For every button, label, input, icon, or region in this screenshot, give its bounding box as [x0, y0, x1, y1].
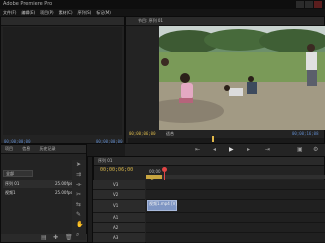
- selection-tool-icon[interactable]: ➤: [76, 162, 81, 168]
- program-timecode-left: 00;00;06;00: [129, 131, 156, 136]
- track-header-a3[interactable]: A3: [93, 233, 145, 243]
- tab-project[interactable]: 项目: [5, 146, 13, 151]
- go-to-out-icon[interactable]: ⇥: [265, 147, 270, 153]
- project-item-rate: 25.00fps: [55, 181, 73, 186]
- menu-marker[interactable]: 标记(M): [96, 9, 111, 16]
- menu-edit[interactable]: 编辑(E): [21, 9, 35, 16]
- program-tab[interactable]: 节目: 序列 01: [138, 18, 163, 23]
- maximize-button[interactable]: [305, 1, 313, 8]
- new-bin-icon[interactable]: ▤: [41, 235, 47, 241]
- tools-strip: ➤ ⇉ ⟛ ✂ ⇆ ✎ ✋ ⌕: [72, 160, 86, 240]
- timeline-header: 序列 01: [94, 157, 324, 166]
- track-lane-a3[interactable]: [146, 233, 325, 243]
- hand-tool-icon[interactable]: ✋: [76, 222, 83, 228]
- timeline-timecode: 00;00;06;00: [100, 167, 134, 173]
- track-lane-v3[interactable]: [146, 180, 325, 190]
- menu-file[interactable]: 文件(F): [3, 9, 16, 16]
- track-lane-a2[interactable]: [146, 223, 325, 233]
- project-filter-dropdown[interactable]: 全部: [3, 170, 33, 177]
- track-header-v2[interactable]: V2: [93, 190, 145, 200]
- project-item-name: 视频1: [5, 190, 16, 195]
- time-ruler[interactable]: [146, 175, 325, 179]
- track-label: V2: [113, 192, 119, 197]
- slip-tool-icon[interactable]: ⇆: [76, 202, 81, 208]
- track-label: A3: [113, 235, 119, 240]
- razor-tool-icon[interactable]: ✂: [76, 192, 81, 198]
- source-viewer: [3, 27, 122, 135]
- playhead-marker[interactable]: [212, 136, 214, 142]
- menu-clip[interactable]: 素材(C): [59, 9, 73, 16]
- project-item-name: 序列 01: [5, 181, 20, 186]
- track-label: A1: [113, 215, 119, 220]
- minimize-button[interactable]: [296, 1, 304, 8]
- zoom-tool-icon[interactable]: ⌕: [76, 232, 79, 238]
- program-monitor-header: 节目: 序列 01: [126, 17, 324, 26]
- track-header-v1[interactable]: V1: [93, 200, 145, 213]
- ruler-start-label: 00;00: [149, 169, 161, 174]
- source-timecode-right: 00;00;00;00: [96, 139, 123, 144]
- new-item-icon[interactable]: ✚: [53, 235, 58, 241]
- clip-label: 视频1.mp4 [V]: [149, 201, 177, 206]
- fit-dropdown[interactable]: 适合: [166, 131, 174, 137]
- program-monitor-panel: 节目: 序列 01 00;00;06;00 适合 00;00;16;08 ◀: [125, 16, 325, 156]
- app-title: Adobe Premiere Pro: [3, 1, 53, 7]
- source-monitor-header: [1, 17, 124, 26]
- menu-project[interactable]: 项目(P): [40, 9, 54, 16]
- play-icon[interactable]: ▶: [229, 147, 234, 153]
- video-clip[interactable]: 视频1.mp4 [V]: [147, 200, 177, 211]
- track-lane-v2[interactable]: [146, 190, 325, 200]
- source-monitor-panel: 00;00;00;00 00;00;00;00: [0, 16, 125, 144]
- track-header-a2[interactable]: A2: [93, 223, 145, 233]
- timeline-tab[interactable]: 序列 01: [98, 158, 112, 163]
- track-select-icon[interactable]: ⇉: [76, 172, 81, 178]
- menu-sequence[interactable]: 序列(S): [78, 9, 92, 16]
- menu-bar: 文件(F) 编辑(E) 项目(P) 素材(C) 序列(S) 标记(M): [0, 9, 325, 16]
- close-button[interactable]: [314, 1, 322, 8]
- pen-tool-icon[interactable]: ✎: [76, 212, 81, 218]
- step-forward-frame-icon[interactable]: ▸: [247, 147, 250, 153]
- project-item-rate: 25.00fps: [55, 190, 73, 195]
- ripple-edit-icon[interactable]: ⟛: [76, 182, 81, 188]
- track-label: V3: [113, 182, 119, 187]
- tab-info[interactable]: 信息: [22, 146, 30, 151]
- project-panel-header: 项目 信息 历史记录: [1, 145, 86, 154]
- scrub-bar[interactable]: [128, 138, 324, 143]
- track-header-a1[interactable]: A1: [93, 213, 145, 223]
- export-frame-icon[interactable]: ▣: [297, 147, 303, 153]
- step-back-frame-icon[interactable]: ◂: [213, 147, 216, 153]
- program-timecode-right: 00;00;16;08: [292, 131, 319, 136]
- tab-history[interactable]: 历史记录: [40, 146, 56, 151]
- title-bar: Adobe Premiere Pro: [0, 0, 325, 9]
- track-header-v3[interactable]: V3: [93, 180, 145, 190]
- go-to-in-icon[interactable]: ⇤: [195, 147, 200, 153]
- project-filter-label: 全部: [6, 171, 14, 176]
- settings-icon[interactable]: ⚙: [313, 147, 318, 153]
- video-frame: [159, 26, 325, 130]
- track-label: V1: [113, 203, 119, 208]
- track-lane-a1[interactable]: [146, 213, 325, 223]
- track-label: A2: [113, 225, 119, 230]
